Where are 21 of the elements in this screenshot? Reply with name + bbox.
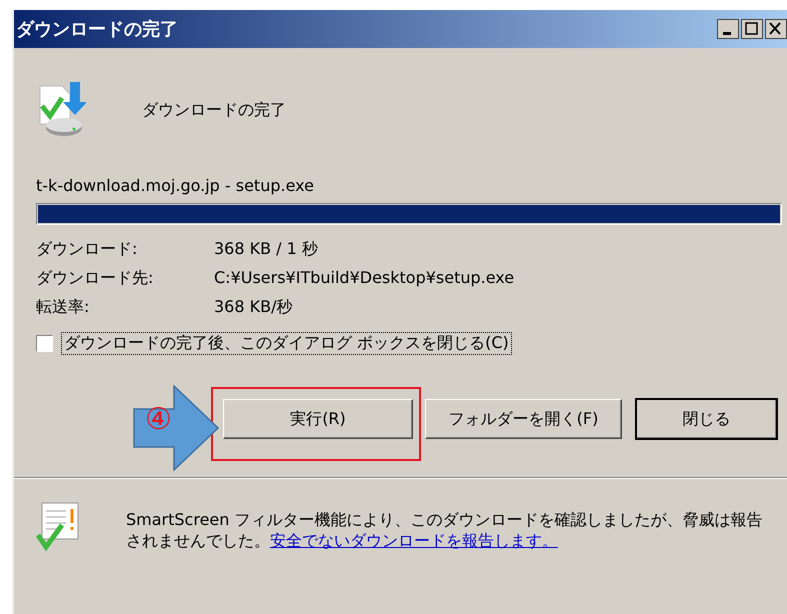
detail-value: 368 KB / 1 秒: [214, 238, 319, 260]
detail-label: ダウンロード:: [36, 238, 138, 260]
source-file: t-k-download.moj.go.jp - setup.exe: [36, 176, 315, 195]
checkbox[interactable]: [36, 335, 53, 352]
detail-label: ダウンロード先:: [36, 267, 154, 289]
arrow-icon: [133, 385, 219, 471]
close-icon[interactable]: [765, 19, 787, 39]
dialog-button[interactable]: フォルダーを開く(F): [425, 399, 622, 439]
detail-value: 368 KB/秒: [214, 296, 294, 318]
detail-label: 転送率:: [36, 296, 90, 318]
detail-value: C:¥Users¥ITbuild¥Desktop¥setup.exe: [214, 267, 516, 289]
minimize-icon[interactable]: [717, 19, 739, 39]
step-number: ④: [145, 405, 172, 435]
window-title: ダウンロードの完了: [16, 18, 179, 41]
report-link[interactable]: 安全でないダウンロードを報告します。: [270, 531, 558, 550]
header-text: ダウンロードの完了: [142, 100, 286, 120]
smartscreen-message: SmartScreen フィルター機能により、このダウンロードを確認しましたが、脅威は報告されませんでした。安全でないダウンロードを報告します。: [126, 509, 764, 552]
maximize-icon[interactable]: [741, 19, 763, 39]
dialog-button[interactable]: 実行(R): [223, 399, 413, 439]
close-button[interactable]: 閉じる: [636, 399, 777, 439]
checkbox-label[interactable]: ダウンロードの完了後、このダイアログ ボックスを閉じる(C): [61, 332, 512, 355]
